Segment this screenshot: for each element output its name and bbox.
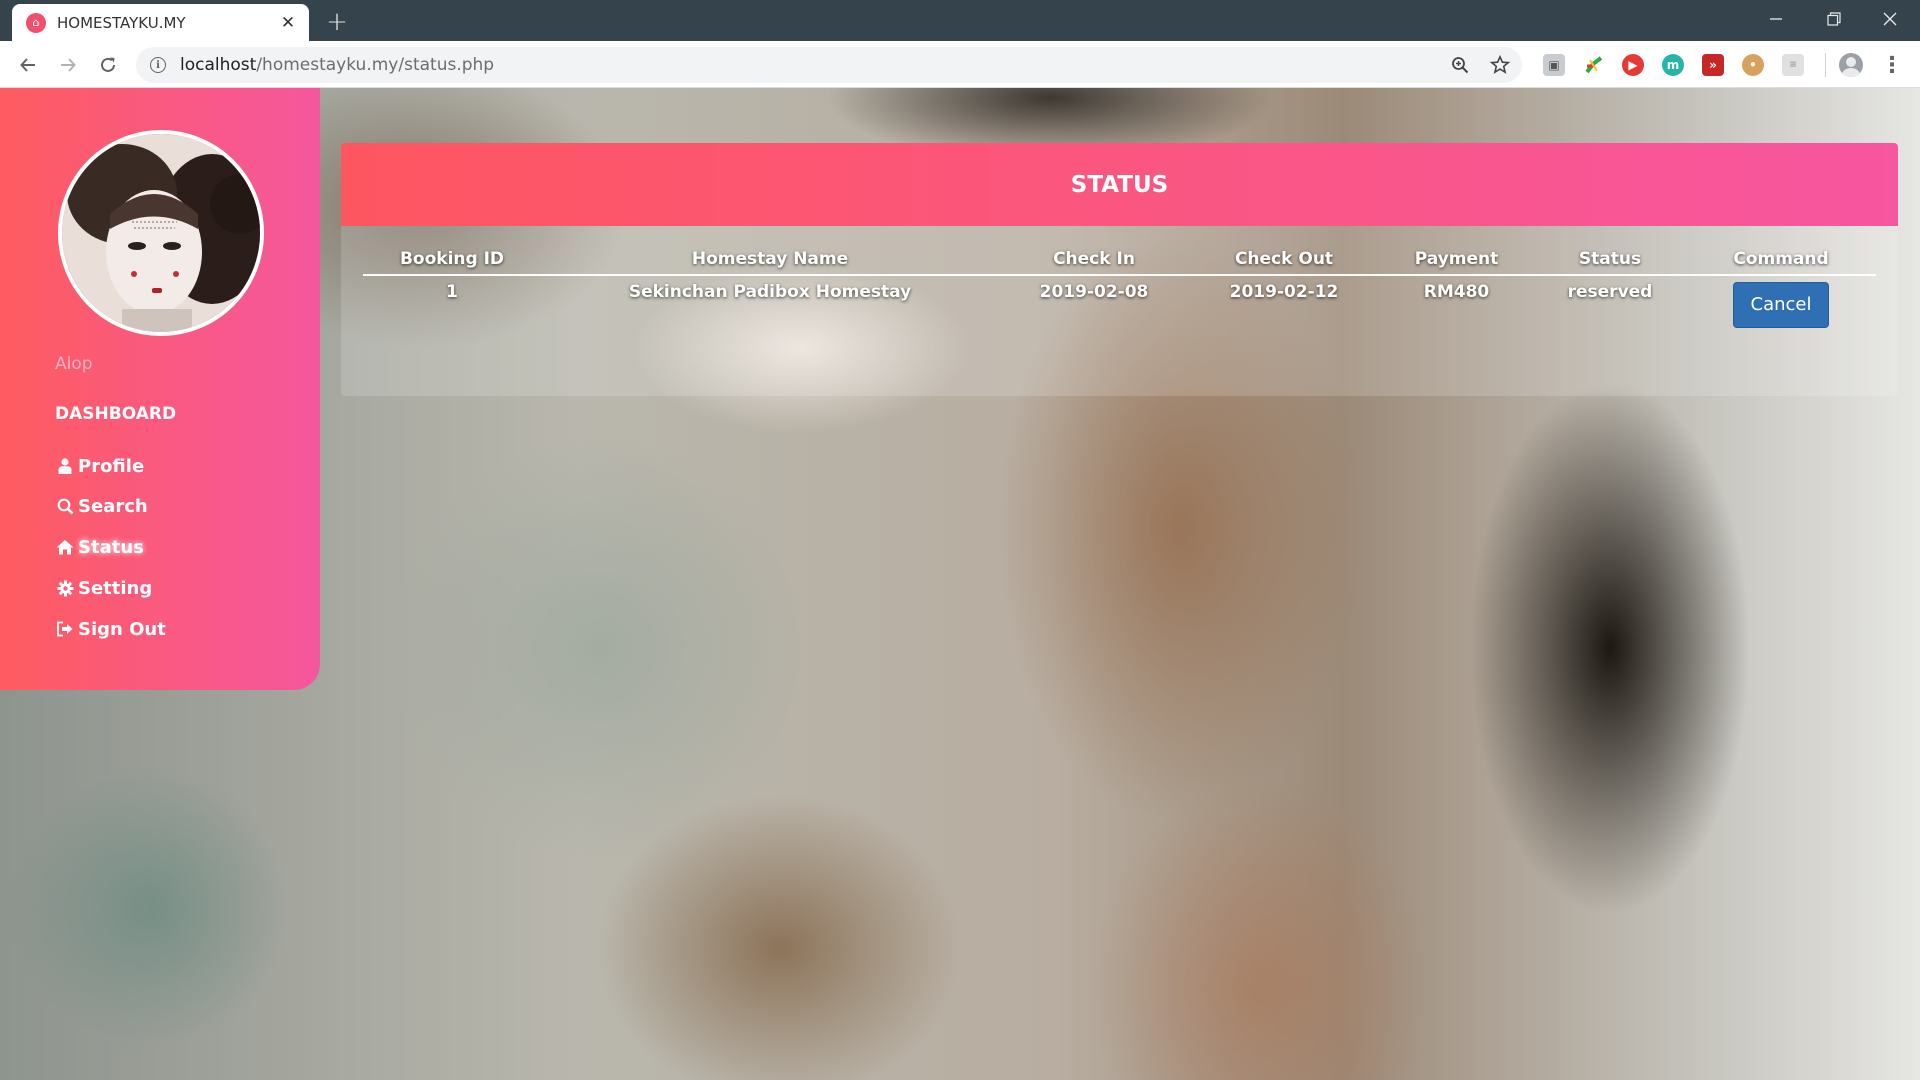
toolbar-divider	[1825, 53, 1826, 77]
sidebar-item-label: Setting	[78, 577, 153, 599]
column-header-booking-id: Booking ID	[363, 243, 541, 276]
extension-m-icon[interactable]: m	[1662, 54, 1684, 76]
table-row: 1 Sekinchan Padibox Homestay 2019-02-08 …	[363, 275, 1876, 328]
more-menu-icon[interactable]: ⋮	[1880, 51, 1904, 79]
url-path: /homestayku.my/status.php	[256, 55, 495, 75]
column-header-command: Command	[1686, 243, 1876, 276]
column-header-homestay-name: Homestay Name	[541, 243, 999, 276]
gear-icon	[55, 578, 75, 598]
sign-out-icon	[55, 619, 75, 639]
sidebar-item-label: Profile	[78, 455, 145, 477]
check-out-cell: 2019-02-12	[1229, 282, 1339, 302]
command-cell: Cancel	[1686, 275, 1876, 328]
reload-icon[interactable]	[92, 49, 124, 81]
sidebar-item-label: Sign Out	[78, 618, 166, 640]
user-avatar	[58, 130, 264, 336]
sidebar-item-label: Status	[78, 536, 144, 558]
zoom-icon[interactable]	[1448, 53, 1472, 77]
back-arrow-icon[interactable]	[12, 49, 44, 81]
status-card: STATUS Booking ID Homestay Name Check In…	[341, 143, 1898, 396]
url-host: localhost	[180, 55, 257, 75]
browser-toolbar: i localhost/homestayku.my/status.php ▣ ▶…	[0, 41, 1920, 88]
minimize-icon[interactable]	[1752, 4, 1800, 34]
tab-title: HOMESTAYKU.MY	[57, 13, 186, 32]
booking-status-table: Booking ID Homestay Name Check In Check …	[363, 243, 1876, 328]
info-icon[interactable]: i	[150, 57, 166, 73]
home-icon	[55, 537, 75, 557]
table-header-row: Booking ID Homestay Name Check In Check …	[363, 243, 1876, 276]
avatar-portrait-image	[62, 134, 260, 332]
forward-arrow-icon[interactable]	[52, 49, 84, 81]
extension-image-icon[interactable]: ▣	[1543, 54, 1565, 76]
column-header-status: Status	[1534, 243, 1686, 276]
column-header-check-in: Check In	[999, 243, 1189, 276]
search-icon	[55, 496, 75, 516]
profile-avatar-icon[interactable]	[1839, 53, 1863, 77]
cancel-button[interactable]: Cancel	[1733, 282, 1829, 328]
status-cell: reserved	[1567, 282, 1653, 302]
browser-tab[interactable]: ⌂ HOMESTAYKU.MY ✕	[12, 4, 309, 41]
page-title: STATUS	[1070, 171, 1169, 198]
column-header-payment: Payment	[1379, 243, 1534, 276]
sidebar-item-setting[interactable]: Setting	[55, 573, 152, 603]
extension-forward-icon[interactable]: »	[1702, 54, 1724, 76]
restore-icon[interactable]	[1810, 4, 1858, 34]
check-in-cell: 2019-02-08	[1039, 282, 1149, 302]
address-bar[interactable]: i localhost/homestayku.my/status.php	[136, 47, 1522, 83]
sidebar: Alop DASHBOARD Profile Search Status Set…	[0, 88, 320, 690]
extension-disabled-icon[interactable]: ≡	[1782, 54, 1804, 76]
url-text[interactable]: localhost/homestayku.my/status.php	[180, 55, 494, 75]
column-header-check-out: Check Out	[1189, 243, 1379, 276]
sidebar-item-profile[interactable]: Profile	[55, 451, 144, 481]
sidebar-item-search[interactable]: Search	[55, 491, 148, 521]
sidebar-item-status[interactable]: Status	[55, 532, 144, 562]
payment-cell: RM480	[1423, 282, 1490, 302]
page-background: Alop DASHBOARD Profile Search Status Set…	[0, 88, 1920, 1080]
status-card-header: STATUS	[341, 143, 1898, 226]
bookmark-star-icon[interactable]	[1488, 53, 1512, 77]
home-favicon-icon: ⌂	[26, 12, 46, 33]
close-window-icon[interactable]	[1866, 4, 1914, 34]
extension-play-icon[interactable]: ▶	[1622, 54, 1644, 76]
booking-id-cell: 1	[446, 282, 458, 302]
user-icon	[55, 456, 75, 476]
extension-cookie-icon[interactable]: •	[1742, 54, 1764, 76]
browser-titlebar: ⌂ HOMESTAYKU.MY ✕ +	[0, 0, 1920, 41]
sidebar-username: Alop	[55, 354, 93, 374]
sidebar-item-label: Search	[78, 495, 148, 517]
extension-color-icon[interactable]	[1583, 54, 1605, 76]
homestay-name-cell: Sekinchan Padibox Homestay	[628, 282, 912, 302]
dashboard-heading[interactable]: DASHBOARD	[55, 404, 176, 424]
close-tab-icon[interactable]: ✕	[277, 12, 299, 34]
new-tab-button[interactable]: +	[322, 8, 352, 36]
sidebar-item-sign-out[interactable]: Sign Out	[55, 614, 166, 644]
